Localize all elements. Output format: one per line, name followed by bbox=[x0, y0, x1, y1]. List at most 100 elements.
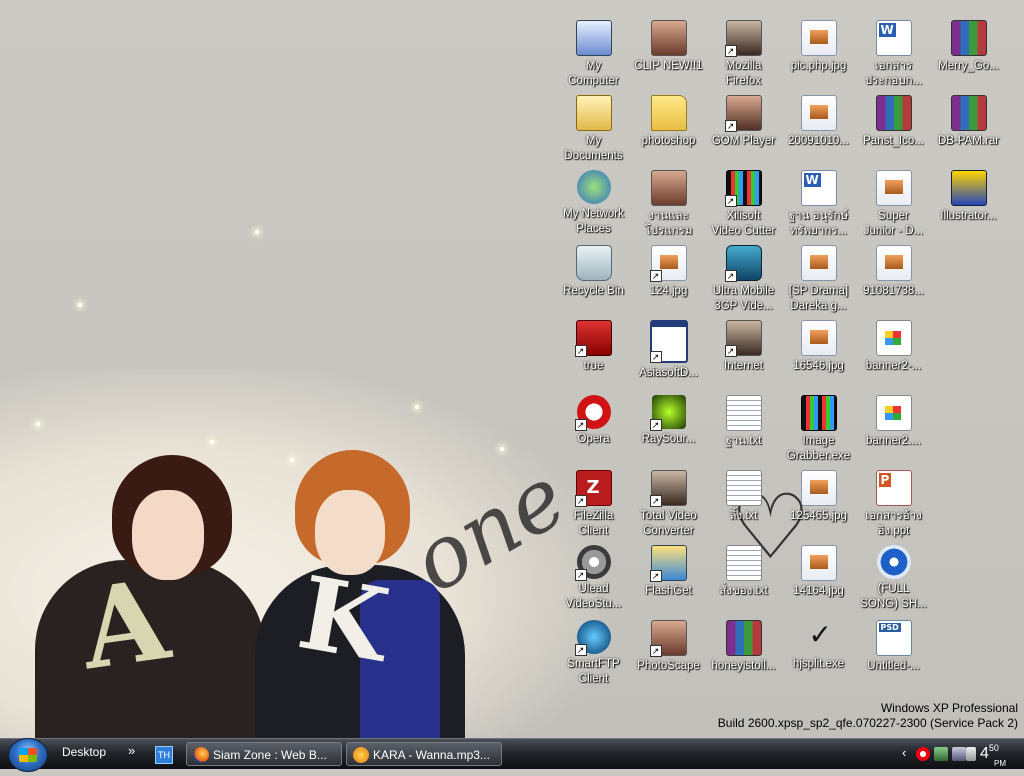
shortcut-arrow-icon: ↗ bbox=[649, 495, 662, 507]
desktop-icon-label: Illustrator... bbox=[940, 210, 997, 222]
desktop-icon[interactable]: [SP Drama] Dareka g... bbox=[781, 245, 856, 314]
desktop-icon[interactable]: ↗ Ultra Mobile 3GP Vide... bbox=[706, 245, 781, 314]
desktop-icon[interactable]: My Computer bbox=[556, 20, 631, 89]
shortcut-arrow-icon: ↗ bbox=[649, 270, 662, 282]
toolbar-chevron-icon[interactable]: » bbox=[128, 743, 135, 758]
desktop-icon[interactable]: ↗ FlashGet bbox=[631, 545, 706, 599]
desktop-icon[interactable]: เอกสารอ้าง อิง.ppt bbox=[856, 470, 931, 539]
desktop-icon-label: 16546.jpg bbox=[793, 360, 844, 372]
desktop-icon[interactable]: Image Grabber.exe bbox=[781, 395, 856, 464]
taskbar-button-label: Siam Zone : Web B... bbox=[213, 748, 327, 762]
jpg-file-icon bbox=[800, 470, 837, 506]
desktop-icon[interactable]: 16546.jpg bbox=[781, 320, 856, 374]
desktop-icon-label: (FULL SONG) SH... bbox=[860, 583, 927, 610]
desktop-icon-label: honeyistoll... bbox=[711, 660, 776, 672]
desktop-icon[interactable]: 14164.jpg bbox=[781, 545, 856, 599]
desktop-icon[interactable]: ↗ Total Video Converter bbox=[631, 470, 706, 539]
desktop-icon[interactable]: เอกสาร ประกอบก... bbox=[856, 20, 931, 89]
desktop-icon-label: GOM Player bbox=[711, 135, 776, 147]
desktop-icon[interactable]: ↗ SmartFTP Client bbox=[556, 620, 631, 687]
desktop-icon[interactable]: Panst_Ico... bbox=[856, 95, 931, 149]
wallpaper-letter-a: A bbox=[73, 554, 176, 695]
desktop-icon[interactable]: DB-PAM.rar bbox=[931, 95, 1006, 149]
desktop-icon[interactable]: honeyistoll... bbox=[706, 620, 781, 674]
desktop-icon[interactable]: ↗ Mozilla Firefox bbox=[706, 20, 781, 89]
start-button[interactable] bbox=[8, 738, 48, 772]
desktop-icon[interactable]: ↗ 124.jpg bbox=[631, 245, 706, 299]
desktop-icon-label: AsiasoftD... bbox=[639, 367, 698, 379]
clock[interactable]: 450 PM bbox=[980, 742, 1006, 768]
rar-archive-icon bbox=[725, 620, 762, 656]
text-file-icon bbox=[725, 545, 762, 581]
desktop-icon[interactable]: photoshop bbox=[631, 95, 706, 149]
desktop-icon[interactable]: ↗ true bbox=[556, 320, 631, 374]
taskbar-button-media-player[interactable]: KARA - Wanna.mp3... bbox=[346, 742, 502, 766]
desktop-icon[interactable]: Super Junior - D... bbox=[856, 170, 931, 239]
desktop-icon[interactable]: (FULL SONG) SH... bbox=[856, 545, 931, 612]
folder-icon bbox=[650, 95, 687, 131]
checkmark-icon bbox=[802, 618, 836, 654]
desktop-icon-label: My Documents bbox=[564, 135, 623, 162]
desktop-icon-label: Opera bbox=[577, 433, 610, 445]
language-indicator[interactable]: TH bbox=[155, 746, 173, 764]
desktop-icon-label: ลิ้ง.txt bbox=[729, 510, 758, 522]
desktop-icon[interactable]: My Documents bbox=[556, 95, 631, 164]
desktop-icon[interactable]: 125465.jpg bbox=[781, 470, 856, 524]
desktop-icon[interactable]: My Network Places bbox=[556, 170, 631, 237]
antivirus-tray-icon[interactable] bbox=[916, 747, 930, 761]
desktop-icon-label: Ultra Mobile 3GP Vide... bbox=[712, 285, 775, 312]
desktop-icon[interactable]: Untitled-... bbox=[856, 620, 931, 674]
desktop-icon[interactable]: 20091010... bbox=[781, 95, 856, 149]
desktop-icon-label: เอกสารอ้าง อิง.ppt bbox=[865, 510, 922, 537]
psd-file-icon bbox=[875, 620, 912, 656]
rar-archive-icon bbox=[950, 20, 987, 56]
tray-expand-icon[interactable]: ‹ bbox=[902, 745, 906, 760]
desktop-icon[interactable]: ↗ AsiasoftD... bbox=[631, 320, 706, 381]
display-tray-icon[interactable] bbox=[952, 747, 966, 761]
sparkle bbox=[255, 230, 259, 234]
volume-tray-icon[interactable] bbox=[966, 747, 976, 761]
desktop-icon[interactable]: banner2-... bbox=[856, 320, 931, 374]
desktop-toolbar-label[interactable]: Desktop bbox=[62, 745, 106, 759]
gom-player-icon: ↗ bbox=[724, 95, 762, 132]
desktop-icon[interactable]: banner2.... bbox=[856, 395, 931, 449]
desktop-icon[interactable]: ↗ Xilisoft Video Cutter bbox=[706, 170, 781, 239]
desktop-icon[interactable]: Illustrator... bbox=[931, 170, 1006, 224]
desktop-icon[interactable]: 91081738... bbox=[856, 245, 931, 299]
os-name-text: Windows XP Professional bbox=[880, 701, 1018, 715]
desktop-icon[interactable]: ↗ FileZilla Client bbox=[556, 470, 631, 539]
desktop-icon-label: My Network Places bbox=[563, 208, 624, 235]
desktop-icon[interactable]: ฐาน อนุรักษ์ ทรัพยากร... bbox=[781, 170, 856, 239]
desktop-icon[interactable]: ↗ Ulead VideoStu... bbox=[556, 545, 631, 612]
desktop-icon[interactable]: hjsplit.exe bbox=[781, 618, 856, 672]
my-computer-icon bbox=[575, 20, 612, 56]
desktop-icon[interactable]: ↗ GOM Player bbox=[706, 95, 781, 149]
desktop-icon[interactable]: ↗ PhotoScape bbox=[631, 620, 706, 674]
desktop-icon[interactable]: ลิ้ง.txt bbox=[706, 470, 781, 524]
desktop-icon[interactable]: งานและ โปรแกรม bbox=[631, 170, 706, 239]
shortcut-arrow-icon: ↗ bbox=[574, 419, 587, 431]
desktop-icon[interactable]: สั่งของ.txt bbox=[706, 545, 781, 599]
shortcut-arrow-icon: ↗ bbox=[724, 120, 737, 132]
desktop-icon[interactable]: ↗ Internet bbox=[706, 320, 781, 374]
desktop-icon[interactable]: ↗ Opera bbox=[556, 395, 631, 447]
internet-photo-icon: ↗ bbox=[724, 320, 762, 357]
network-tray-icon[interactable] bbox=[934, 747, 948, 761]
desktop-icon[interactable]: ↗ RaySour... bbox=[631, 395, 706, 447]
taskbar-button-firefox[interactable]: Siam Zone : Web B... bbox=[186, 742, 342, 766]
build-number-text: Build 2600.xpsp_sp2_qfe.070227-2300 (Ser… bbox=[717, 716, 1018, 730]
desktop-icon-label: hjsplit.exe bbox=[792, 658, 845, 670]
smartftp-icon: ↗ bbox=[574, 620, 611, 656]
taskbar: Desktop » TH Siam Zone : Web B... KARA -… bbox=[0, 738, 1024, 772]
desktop-icon-label: FileZilla Client bbox=[573, 510, 614, 537]
desktop-icon[interactable]: Merry_Go... bbox=[931, 20, 1006, 74]
desktop-icon[interactable]: ฐาน.txt bbox=[706, 395, 781, 449]
desktop-icon[interactable]: CLIP NEW!!1 bbox=[631, 20, 706, 74]
desktop-icon[interactable]: pic.php.jpg bbox=[781, 20, 856, 74]
desktop-icon[interactable]: Recycle Bin bbox=[556, 245, 631, 299]
shortcut-arrow-icon: ↗ bbox=[724, 270, 737, 282]
recycle-bin-icon bbox=[575, 245, 612, 281]
desktop-icon-label: 91081738... bbox=[863, 285, 924, 297]
desktop-icon-label: เอกสาร ประกอบก... bbox=[864, 60, 923, 87]
shortcut-arrow-icon: ↗ bbox=[724, 345, 737, 357]
